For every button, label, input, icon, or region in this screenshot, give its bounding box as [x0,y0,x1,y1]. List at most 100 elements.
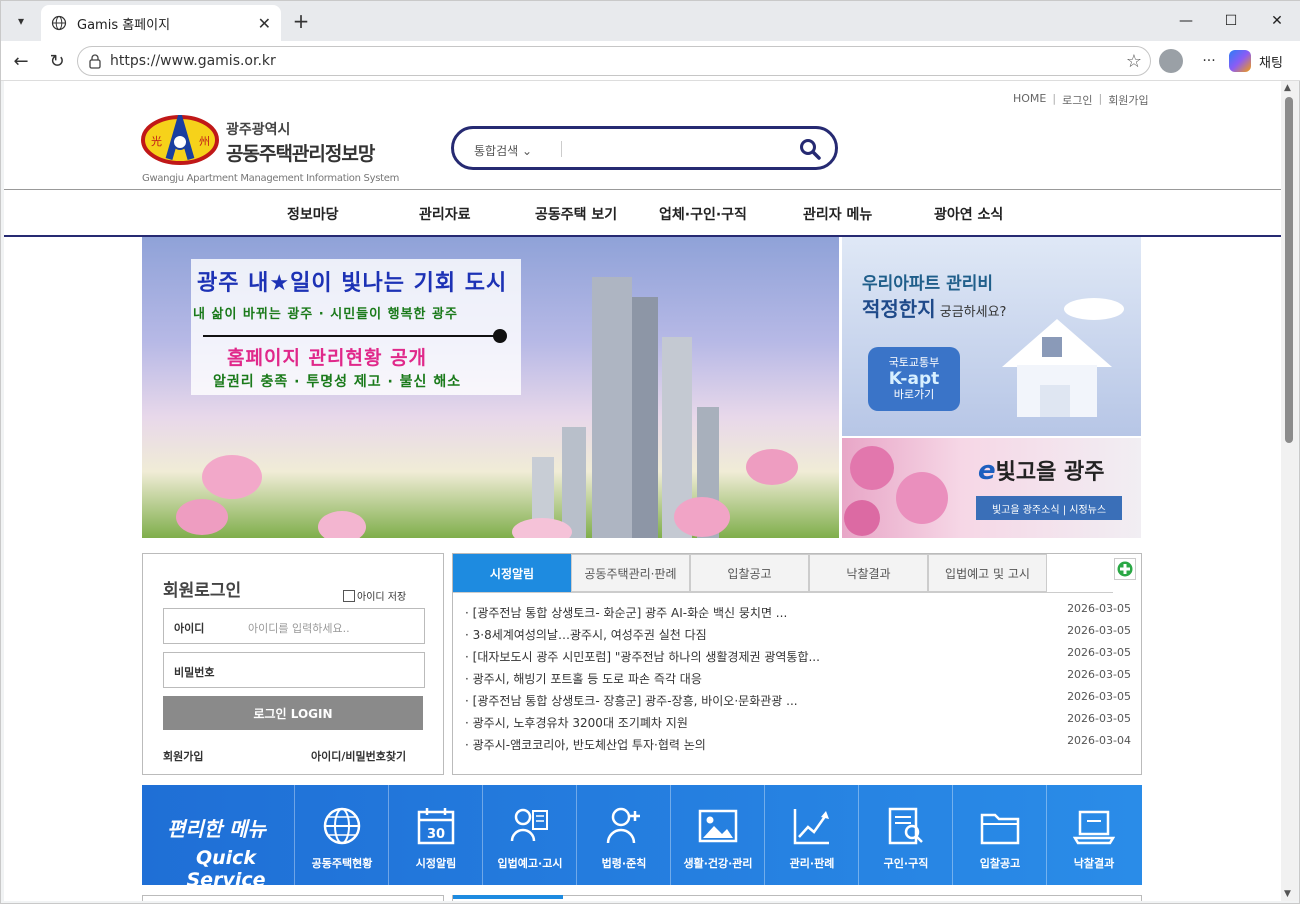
nav-apartment[interactable]: 공동주택 보기 [535,204,617,224]
banner-text-box: 광주 내★일이 빛나는 기회 도시 내 삶이 바뀌는 광주 · 시민들이 행복한… [191,259,521,395]
vertical-scrollbar[interactable]: ▲ ▼ [1281,81,1298,901]
separator: | [1098,92,1103,105]
separator: | [1052,92,1057,105]
nav-news[interactable]: 광아연 소식 [934,204,1003,224]
join-link[interactable]: 회원가입 [163,748,203,764]
tab-legislation[interactable]: 입법예고 및 고시 [928,554,1047,592]
save-id-checkbox[interactable]: 아이디 저장 [343,588,406,603]
banner-tagline: 알권리 충족 · 투명성 제고 · 불신 해소 [213,374,462,390]
news-item[interactable]: · [광주전남 통합 상생토크- 화순군] 광주 AI-화순 백신 뭉치면 ..… [465,602,1131,622]
quick-laws[interactable]: 법령·준칙 [576,785,670,885]
scroll-up-icon[interactable]: ▲ [1284,83,1291,93]
banner-dot [493,329,507,343]
chat-label: 채팅 [1259,55,1283,71]
banner-subslogan: 내 삶이 바뀌는 광주 · 시민들이 행복한 광주 [193,307,458,322]
search-box: 통합검색 ⌄ [451,126,838,170]
top-links: HOME | 로그인 | 회원가입 [1013,92,1149,108]
browser-tab[interactable]: Gamis 홈페이지 ✕ [41,5,281,41]
tab-city-notice[interactable]: 시정알림 [453,554,571,592]
copilot-chat-button[interactable]: 채팅 [1229,48,1289,74]
more-menu-icon[interactable]: ··· [1197,49,1221,73]
news-item[interactable]: · 광주시-앰코코리아, 반도체산업 투자·협력 논의 2026-03-04 [465,734,1131,754]
main-banner[interactable]: 광주 내★일이 빛나는 기회 도시 내 삶이 바뀌는 광주 · 시민들이 행복한… [142,237,839,538]
profile-avatar[interactable] [1159,49,1183,73]
nav-business[interactable]: 업체·구인·구직 [659,204,747,224]
password-input[interactable]: 비밀번호 [163,652,425,688]
more-plus-icon[interactable] [1114,558,1136,580]
gwangju-emblem-logo[interactable]: 光 州 [141,115,219,165]
quick-service-bar: 편리한 메뉴 Quick Service 공동주택현황 30 시정알림 입법예고… [142,785,1142,891]
nav-materials[interactable]: 관리자료 [419,204,471,224]
azalea-illustration [844,446,948,536]
news-item[interactable]: · 3·8세계여성의날…광주시, 여성주권 실천 다짐 2026-03-05 [465,624,1131,644]
home-link[interactable]: HOME [1013,92,1046,108]
login-title: 회원로그인 [163,581,242,601]
scrollbar-thumb[interactable] [1285,97,1293,443]
news-item[interactable]: · [대자보도시 광주 시민포럼] "광주전남 하나의 생활경제권 광역통합..… [465,646,1131,666]
site-english-name: Gwangju Apartment Management Information… [142,173,400,184]
site-name[interactable]: 공동주택관리정보망 [226,139,375,166]
globe-icon [323,807,361,845]
tab-bid-result[interactable]: 낙찰결과 [809,554,928,592]
nav-manager[interactable]: 관리자 메뉴 [803,204,872,224]
tab-bid-notice[interactable]: 입찰공고 [690,554,809,592]
quick-apartment-status[interactable]: 공동주택현황 [294,785,388,885]
search-category-select[interactable]: 통합검색 ⌄ [474,142,532,159]
scroll-down-icon[interactable]: ▼ [1284,889,1291,899]
quick-jobs[interactable]: 구인·구직 [858,785,952,885]
tab-management-cases[interactable]: 공동주택관리·판례 [571,554,690,592]
quick-cases[interactable]: 관리·판례 [764,785,858,885]
minimize-button[interactable]: — [1163,1,1209,41]
lock-icon [89,54,101,69]
tab-title: Gamis 홈페이지 [77,17,171,33]
new-tab-button[interactable]: + [289,9,313,33]
e-banner-button[interactable]: 빛고을 광주소식 | 시정뉴스 [976,496,1122,520]
url-field[interactable]: https://www.gamis.or.kr ☆ [77,46,1151,76]
login-link[interactable]: 로그인 [1062,92,1092,108]
cosmos-flowers-illustration [176,449,798,538]
kapt-shortcut-button[interactable]: 국토교통부 K-apt 바로가기 [868,347,960,411]
divider [453,592,1113,593]
folder-icon [980,813,1020,845]
maximize-button[interactable]: ☐ [1208,1,1254,41]
svg-text:州: 州 [199,135,210,148]
tab-list-button[interactable]: ▾ [9,9,33,33]
favorite-star-icon[interactable]: ☆ [1126,51,1142,72]
quick-bid-result[interactable]: 낙찰결과 [1046,785,1140,885]
quick-legislation[interactable]: 입법예고·고시 [482,785,576,885]
find-account-link[interactable]: 아이디/비밀번호찾기 [311,748,406,764]
active-tab-indicator [453,895,563,899]
news-item[interactable]: · [광주전남 통합 상생토크- 장흥군] 광주-장흥, 바이오·문화관광 ..… [465,690,1131,710]
quick-living[interactable]: 생활·건강·관리 [670,785,764,885]
close-window-button[interactable]: ✕ [1254,1,1300,41]
page-viewport: HOME | 로그인 | 회원가입 光 州 광주광역시 공동주택관리정보망 Gw… [4,81,1281,901]
join-link[interactable]: 회원가입 [1108,92,1148,108]
reload-icon[interactable]: ↻ [45,49,69,73]
back-arrow-icon[interactable]: ← [9,49,33,73]
quick-service-title: 편리한 메뉴 Quick Service [167,817,266,891]
kapt-banner[interactable]: 우리아파트 관리비 적정한지 궁금하세요? 국토교통부 K-apt 바로가기 [842,237,1141,436]
e-banner-title: e빛고을 광주 [978,456,1105,486]
search-icon[interactable] [799,138,821,160]
globe-icon [51,15,67,31]
url-text: https://www.gamis.or.kr [110,53,276,69]
login-button[interactable]: 로그인 LOGIN [163,696,423,730]
main-navigation: 정보마당 관리자료 공동주택 보기 업체·구인·구직 관리자 메뉴 광아연 소식 [4,189,1281,237]
svg-text:光: 光 [151,134,162,148]
chart-line-icon [793,809,829,845]
section-box [452,895,1142,901]
news-item[interactable]: · 광주시, 노후경유차 3200대 조기폐차 지원 2026-03-05 [465,712,1131,732]
news-item[interactable]: · 광주시, 해빙기 포트홀 등 도로 파손 즉각 대응 2026-03-05 [465,668,1131,688]
gwangju-news-banner[interactable]: e빛고을 광주 빛고을 광주소식 | 시정뉴스 [842,438,1141,538]
news-board: 시정알림 공동주택관리·판례 입찰공고 낙찰결과 입법예고 및 고시 · [광주… [452,553,1142,775]
checkbox-icon[interactable] [343,589,355,602]
id-input[interactable]: 아이디 아이디를 입력하세요.. [163,608,425,644]
close-tab-icon[interactable]: ✕ [258,14,271,33]
nav-info[interactable]: 정보마당 [287,204,339,224]
quick-bid-notice[interactable]: 입찰공고 [952,785,1046,885]
laptop-icon [1073,810,1115,845]
person-document-icon [510,808,548,842]
tab-bar: ▾ Gamis 홈페이지 ✕ + — ☐ ✕ [1,1,1300,41]
quick-city-notice[interactable]: 30 시정알림 [388,785,482,885]
document-search-icon [888,807,923,845]
